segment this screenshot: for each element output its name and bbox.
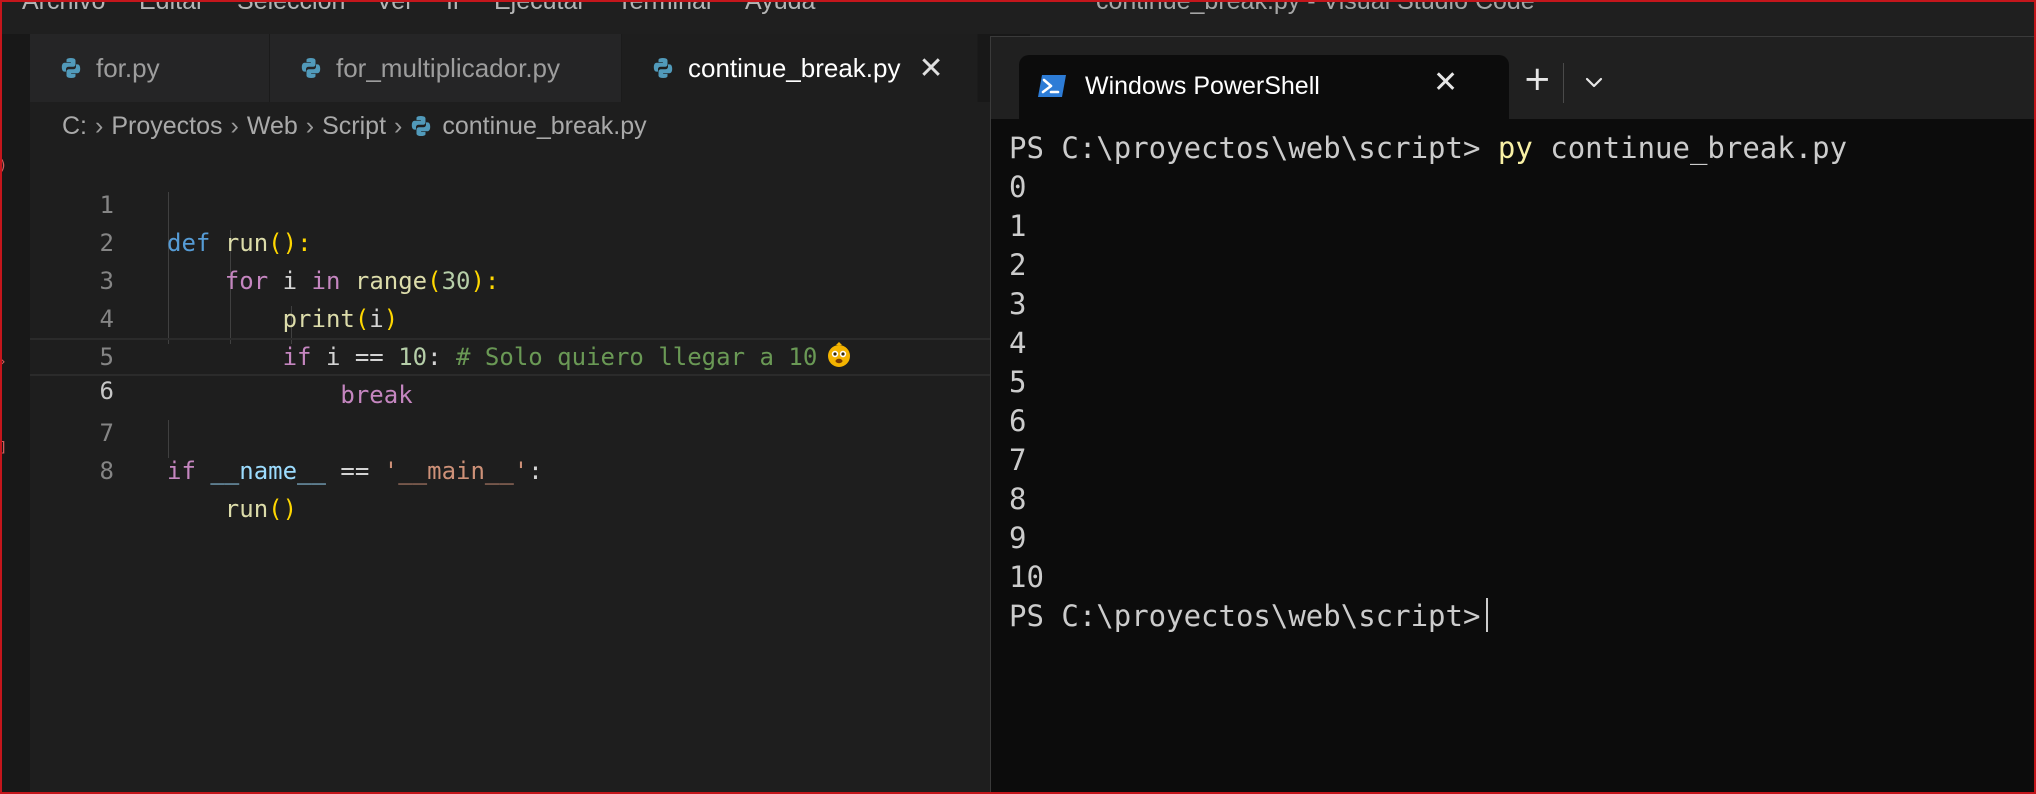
activity-bar: ) › ]: [0, 34, 30, 794]
divider: [1563, 63, 1564, 103]
terminal-command-exe: py: [1497, 131, 1533, 165]
terminal-output-line: 0: [1009, 170, 1027, 204]
python-icon: [61, 58, 81, 78]
code-line: 7 if __name__ == '__main__':: [30, 376, 1000, 485]
python-icon: [301, 58, 321, 78]
code-token: '__main__': [383, 457, 529, 485]
code-line: 2 for i in range(30):: [30, 186, 1000, 295]
code-line: 8 run(): [30, 414, 1000, 523]
menu-archivo[interactable]: Archivo: [22, 0, 105, 16]
code-line: 1 def run():: [30, 148, 1000, 257]
menu-bar: Archivo Editar Selección Ver Ir Ejecutar…: [0, 0, 2036, 34]
tab-label: for_multiplicador.py: [336, 52, 560, 83]
code-line: 5 break: [30, 300, 1000, 409]
activity-glyph: ]: [0, 440, 6, 456]
chevron-right-icon: ›: [305, 111, 315, 140]
terminal-tab-bar: Windows PowerShell ✕ +: [991, 37, 2036, 119]
menu-terminal[interactable]: Terminal: [617, 0, 711, 16]
breadcrumb-drive[interactable]: C:: [62, 112, 87, 141]
tab-for-multiplicador-py[interactable]: for_multiplicador.py: [270, 34, 622, 102]
terminal-output-line: 6: [1009, 404, 1027, 438]
menu-ver[interactable]: Ver: [376, 0, 414, 16]
breadcrumb-file[interactable]: continue_break.py: [410, 111, 647, 141]
activity-glyph: ›: [0, 354, 6, 370]
code-token: __name__: [210, 457, 326, 485]
code-token: run: [224, 495, 269, 523]
breadcrumb-proyectos[interactable]: Proyectos: [111, 112, 222, 141]
terminal-output-line: 10: [1009, 560, 1044, 594]
activity-glyph: ): [0, 158, 6, 174]
breadcrumb: C: › Proyectos › Web › Script › continue…: [62, 108, 647, 144]
tab-label: continue_break.py: [688, 52, 901, 83]
terminal-command-args: continue_break.py: [1550, 131, 1848, 165]
tab-for-py[interactable]: for.py: [30, 34, 270, 102]
breadcrumb-web[interactable]: Web: [247, 112, 298, 141]
editor-tab-bar: for.py for_multiplicador.py continue_bre…: [30, 34, 1030, 102]
tab-label: for.py: [96, 52, 160, 83]
menu-ayuda[interactable]: Ayuda: [745, 0, 815, 16]
terminal-output-line: 7: [1009, 443, 1027, 477]
terminal-tab-label: Windows PowerShell: [1085, 72, 1320, 100]
terminal-prompt: PS C:\proyectos\web\script>: [1009, 131, 1481, 165]
tab-continue-break-py[interactable]: continue_break.py ✕: [622, 34, 978, 102]
terminal-output-line: 2: [1009, 248, 1027, 282]
breadcrumb-script[interactable]: Script: [322, 112, 386, 141]
chevron-right-icon: ›: [95, 111, 104, 140]
close-icon[interactable]: ✕: [1433, 65, 1458, 100]
terminal-window: Windows PowerShell ✕ + PS C:\proyectos\w…: [990, 36, 2036, 794]
code-editor[interactable]: 1 def run(): 2 for i in range(30): 3 pri…: [30, 148, 1000, 794]
code-token: if: [167, 457, 196, 485]
terminal-output-line: 8: [1009, 482, 1027, 516]
code-token: ==: [340, 457, 370, 485]
terminal-command-line: PS C:\proyectos\web\script> py continue_…: [1009, 129, 2019, 168]
python-icon: [653, 58, 673, 78]
chevron-right-icon: ›: [394, 111, 403, 140]
menu-ejecutar[interactable]: Ejecutar: [494, 0, 586, 16]
code-line-current: 6: [30, 338, 1000, 405]
window-title: continue_break.py - Visual Studio Code: [1096, 0, 1535, 15]
powershell-icon: [1038, 75, 1066, 97]
terminal-output-line: 3: [1009, 287, 1027, 321]
terminal-prompt-line: PS C:\proyectos\web\script>: [1009, 597, 2019, 636]
code-token: (): [268, 495, 298, 523]
plus-icon[interactable]: +: [1523, 59, 1552, 99]
terminal-output-line: 1: [1009, 209, 1027, 243]
code-token: :: [528, 457, 543, 485]
terminal-output-line: 4: [1009, 326, 1027, 360]
menu-editar[interactable]: Editar: [139, 0, 204, 16]
menu-ir[interactable]: Ir: [446, 0, 461, 16]
code-line: 4 if i == 10: # Solo quiero llegar a 10: [30, 262, 1000, 371]
chevron-down-icon[interactable]: [1579, 67, 1609, 97]
terminal-prompt: PS C:\proyectos\web\script>: [1009, 599, 1481, 633]
terminal-output[interactable]: PS C:\proyectos\web\script> py continue_…: [1009, 129, 2019, 636]
close-icon[interactable]: ✕: [918, 51, 943, 86]
python-icon: [412, 116, 431, 136]
breadcrumb-file-label: continue_break.py: [442, 111, 647, 140]
terminal-output-line: 9: [1009, 521, 1027, 555]
terminal-tab-powershell[interactable]: Windows PowerShell ✕: [1019, 55, 1509, 119]
code-line: 3 print(i): [30, 224, 1000, 333]
chevron-right-icon: ›: [230, 111, 239, 140]
terminal-output-line: 5: [1009, 365, 1027, 399]
text-cursor: [1486, 598, 1489, 632]
menu-seleccion[interactable]: Selección: [237, 0, 345, 16]
line-number: 8: [99, 457, 114, 485]
